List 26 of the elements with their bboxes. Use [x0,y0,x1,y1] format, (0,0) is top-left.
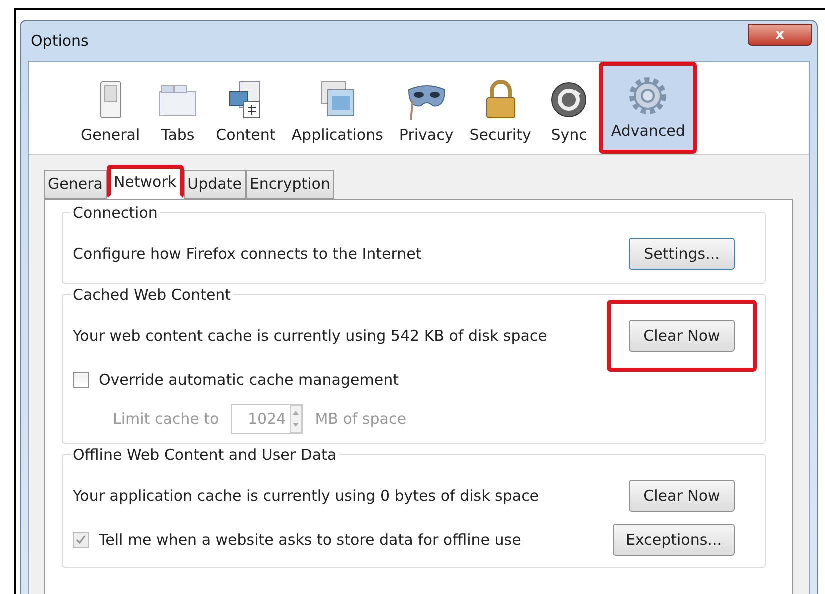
tab[interactable]: Network [106,165,184,199]
description-text: Your application cache is currently using 0 bytes of disk space [73,486,540,507]
toolbar-item[interactable]: Content [208,62,284,154]
tab[interactable]: Genera [44,170,107,199]
tab[interactable]: Encryption [246,170,334,199]
toolbar-item[interactable]: General [73,62,148,154]
toolbar-item[interactable]: Security [462,62,540,154]
description-text: Configure how Firefox connects to the Internet [73,244,422,265]
limit-label: Limit cache to [113,408,220,430]
check-icon [75,534,87,546]
toolbar-item[interactable]: Sync [539,62,600,154]
toolbar-item[interactable]: Advanced [599,62,698,154]
push-button[interactable]: Settings... [629,238,735,270]
window-title: Options [31,30,89,52]
toolbar-item[interactable]: Privacy [391,62,462,154]
checkbox-label: Tell me when a website asks to store data for offline use [99,530,522,551]
tab[interactable]: Update [184,170,246,199]
spin-arrows-icon [290,405,302,433]
push-button[interactable]: Clear Now [629,320,735,352]
description-text: Your web content cache is currently using 542 KB of disk space [73,326,548,347]
unit-label: MB of space [315,408,406,430]
checkbox[interactable] [73,372,89,388]
toolbar-item[interactable]: Applications [284,62,392,154]
toolbar-item[interactable]: Tabs [148,62,208,154]
push-button[interactable]: Clear Now [629,480,735,512]
checkbox-label: Override automatic cache management [99,370,399,391]
